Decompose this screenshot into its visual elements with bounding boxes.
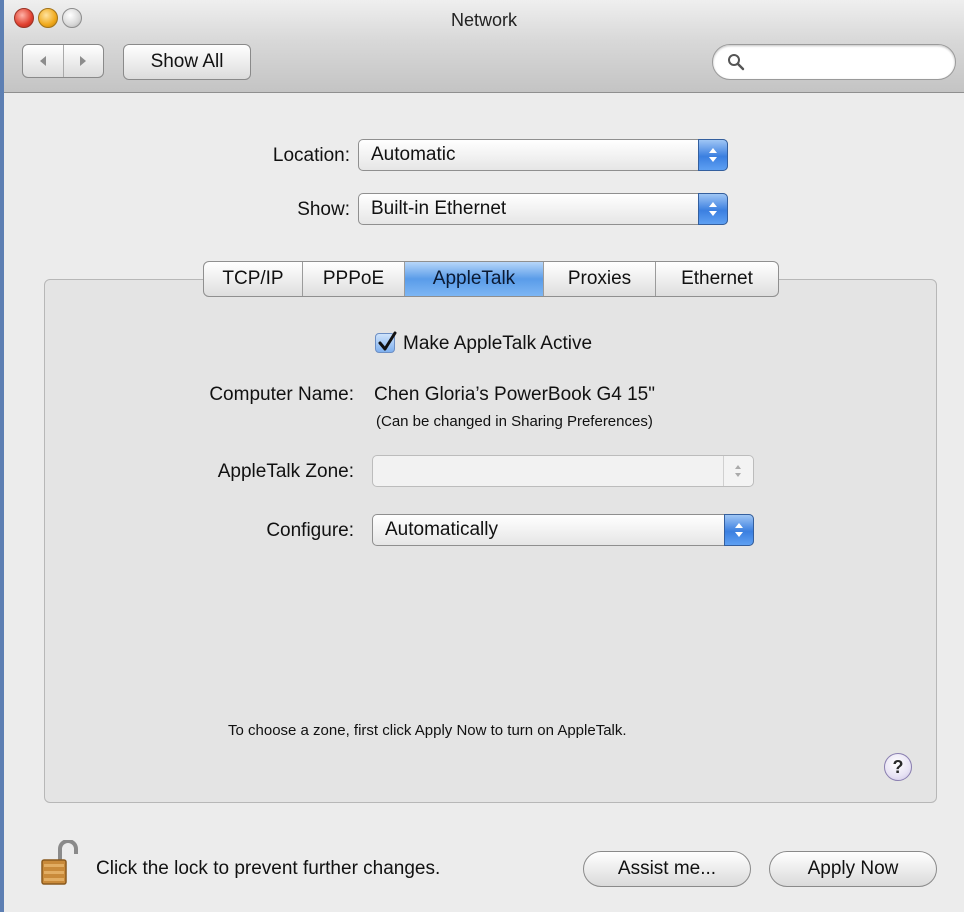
- make-appletalk-active-label[interactable]: Make AppleTalk Active: [403, 333, 592, 355]
- appletalk-zone-popup: [372, 455, 754, 487]
- tab-bar: TCP/IP PPPoE AppleTalk Proxies Ethernet: [203, 261, 779, 297]
- show-value: Built-in Ethernet: [371, 198, 507, 219]
- search-icon: [728, 54, 745, 71]
- tab-ethernet[interactable]: Ethernet: [656, 262, 778, 296]
- apply-now-button[interactable]: Apply Now: [769, 851, 937, 887]
- show-all-button[interactable]: Show All: [123, 44, 251, 80]
- search-field[interactable]: [712, 44, 956, 80]
- checkmark-icon: [378, 331, 397, 351]
- tab-appletalk[interactable]: AppleTalk: [405, 262, 544, 296]
- location-popup[interactable]: Automatic: [358, 139, 728, 171]
- tab-proxies[interactable]: Proxies: [544, 262, 656, 296]
- make-appletalk-active-checkbox[interactable]: [375, 331, 397, 353]
- popup-arrows-icon: [724, 514, 754, 546]
- popup-arrows-icon: [698, 193, 728, 225]
- show-popup[interactable]: Built-in Ethernet: [358, 193, 728, 225]
- popup-arrows-icon: [723, 456, 753, 486]
- tab-pppoe[interactable]: PPPoE: [303, 262, 405, 296]
- network-preferences-window: Network Show All Location: Automatic Sho…: [0, 0, 964, 912]
- appletalk-zone-label: AppleTalk Zone:: [217, 461, 354, 482]
- location-value: Automatic: [371, 144, 456, 165]
- lock-message: Click the lock to prevent further change…: [96, 858, 441, 879]
- configure-value: Automatically: [385, 519, 498, 540]
- tab-tcpip[interactable]: TCP/IP: [204, 262, 303, 296]
- title-bar: Network Show All: [4, 0, 964, 93]
- configure-popup[interactable]: Automatically: [372, 514, 754, 546]
- unlocked-padlock-icon[interactable]: [40, 840, 80, 886]
- forward-arrow-icon: [80, 56, 87, 66]
- forward-button[interactable]: [64, 45, 104, 77]
- computer-name-value: Chen Gloria’s PowerBook G4 15": [374, 384, 655, 405]
- back-button[interactable]: [23, 45, 64, 77]
- computer-name-hint: (Can be changed in Sharing Preferences): [376, 413, 653, 430]
- popup-arrows-icon: [698, 139, 728, 171]
- zone-info-text: To choose a zone, first click Apply Now …: [228, 722, 627, 739]
- help-button[interactable]: ?: [884, 753, 912, 781]
- window-title: Network: [450, 10, 517, 30]
- location-label: Location:: [272, 145, 350, 166]
- back-arrow-icon: [39, 56, 46, 66]
- show-label: Show:: [297, 199, 350, 220]
- configure-label: Configure:: [266, 520, 354, 541]
- computer-name-label: Computer Name:: [209, 384, 354, 405]
- assist-me-button[interactable]: Assist me...: [583, 851, 751, 887]
- back-forward-control: [22, 44, 104, 78]
